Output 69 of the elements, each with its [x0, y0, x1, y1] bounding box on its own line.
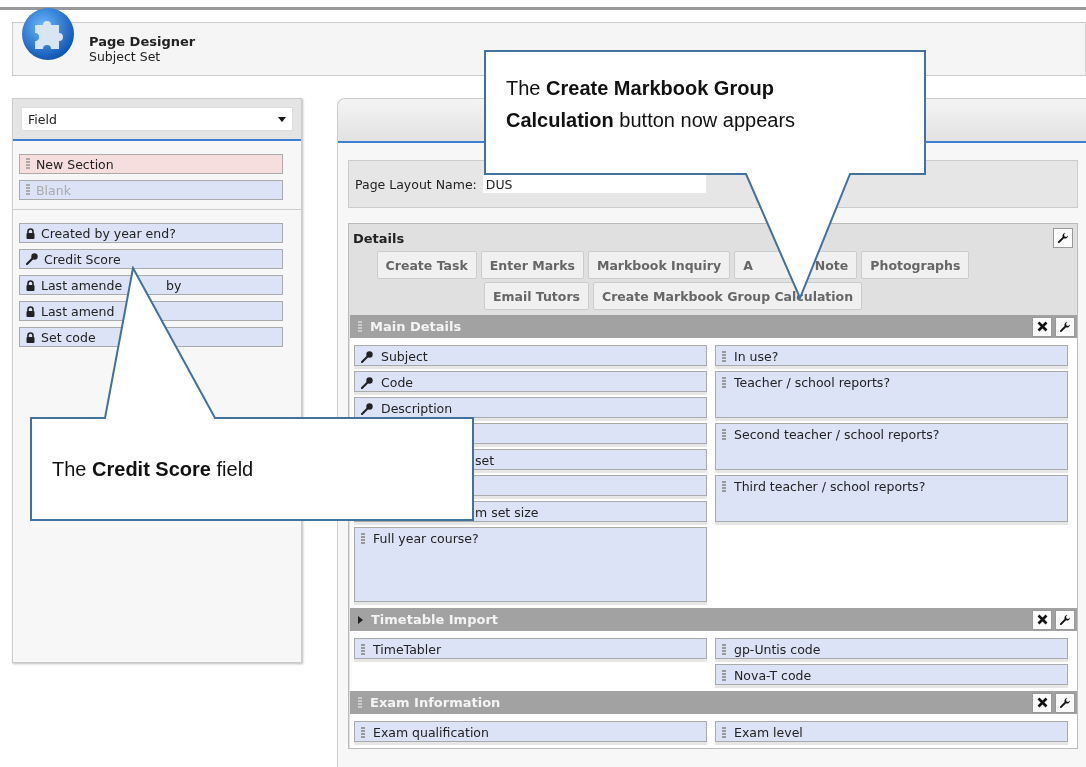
- wrench-icon: [1057, 232, 1069, 244]
- action-button[interactable]: Enter Marks: [480, 251, 584, 279]
- layout-name-field[interactable]: DUS: [482, 175, 706, 193]
- app-subtitle: Subject Set: [89, 49, 162, 64]
- grip-icon: [26, 158, 30, 170]
- wrench-icon: [1059, 696, 1071, 709]
- field-block[interactable]: Subject: [354, 345, 707, 366]
- action-button[interactable]: Email Tutors: [483, 282, 590, 310]
- field-block[interactable]: Teacher / school reports?: [715, 371, 1068, 418]
- field-block[interactable]: In use?: [715, 345, 1068, 366]
- close-icon: [1036, 614, 1048, 625]
- key-icon: [361, 377, 373, 389]
- grip-icon: [361, 727, 365, 739]
- grip-icon: [722, 377, 726, 389]
- grip-icon: [358, 320, 362, 333]
- expand-arrow-icon: [358, 615, 363, 624]
- caret-icon: [278, 116, 286, 122]
- field-block[interactable]: Description: [354, 397, 707, 418]
- callout-text: The Create Markbook Group Calculation button now appears: [506, 76, 797, 133]
- callout-text: The Credit Score field: [52, 457, 255, 482]
- close-icon: [1036, 697, 1048, 708]
- grip-icon: [358, 696, 362, 709]
- palette-field[interactable]: Created by year end?: [19, 223, 283, 243]
- grip-icon: [722, 670, 726, 682]
- layout-name-label: Page Layout Name:: [355, 176, 477, 192]
- field-block[interactable]: gp-Untis code: [715, 638, 1068, 659]
- field-block[interactable]: Full year course?: [354, 527, 707, 602]
- grip-icon: [361, 533, 365, 545]
- field-block[interactable]: Exam level: [715, 721, 1068, 742]
- puzzle-globe-icon: [21, 7, 75, 61]
- key-icon: [361, 351, 373, 363]
- details-title: Details: [353, 230, 405, 246]
- grip-icon: [26, 184, 30, 196]
- type-dropdown[interactable]: Field: [21, 107, 293, 131]
- lock-icon: [26, 227, 35, 239]
- grip-icon: [361, 644, 365, 656]
- grip-icon: [722, 644, 726, 656]
- field-block[interactable]: Second teacher / school reports?: [715, 423, 1068, 470]
- wrench-icon: [1059, 613, 1071, 626]
- field-block[interactable]: TimeTabler: [354, 638, 707, 659]
- field-block[interactable]: Third teacher / school reports?: [715, 475, 1068, 522]
- wrench-icon: [1059, 320, 1071, 333]
- close-button[interactable]: [1032, 609, 1052, 630]
- field-block[interactable]: Exam qualification: [354, 721, 707, 742]
- field-block[interactable]: Code: [354, 371, 707, 392]
- lock-icon: [26, 331, 35, 343]
- palette-field[interactable]: Last amende by: [19, 275, 283, 295]
- field-block[interactable]: Nova-T code: [715, 664, 1068, 685]
- grip-icon: [722, 727, 726, 739]
- lock-icon: [26, 279, 35, 291]
- close-icon: [1036, 321, 1048, 332]
- grip-icon: [722, 429, 726, 441]
- key-icon: [26, 253, 38, 265]
- palette-item[interactable]: New Section: [19, 154, 283, 174]
- close-button[interactable]: [1032, 316, 1052, 337]
- key-icon: [361, 403, 373, 415]
- settings-button[interactable]: [1055, 692, 1075, 713]
- action-button[interactable]: Photographs: [861, 251, 970, 279]
- palette-field[interactable]: Credit Score: [19, 249, 283, 269]
- action-button[interactable]: Markbook Inquiry: [588, 251, 731, 279]
- settings-button[interactable]: [1055, 609, 1075, 630]
- app-title: Page Designer: [89, 34, 196, 49]
- settings-button[interactable]: [1053, 228, 1073, 248]
- close-button[interactable]: [1032, 692, 1052, 713]
- settings-button[interactable]: [1055, 316, 1075, 337]
- grip-icon: [722, 481, 726, 493]
- action-button[interactable]: Create Task: [376, 251, 477, 279]
- grip-icon: [722, 351, 726, 363]
- lock-icon: [26, 305, 35, 317]
